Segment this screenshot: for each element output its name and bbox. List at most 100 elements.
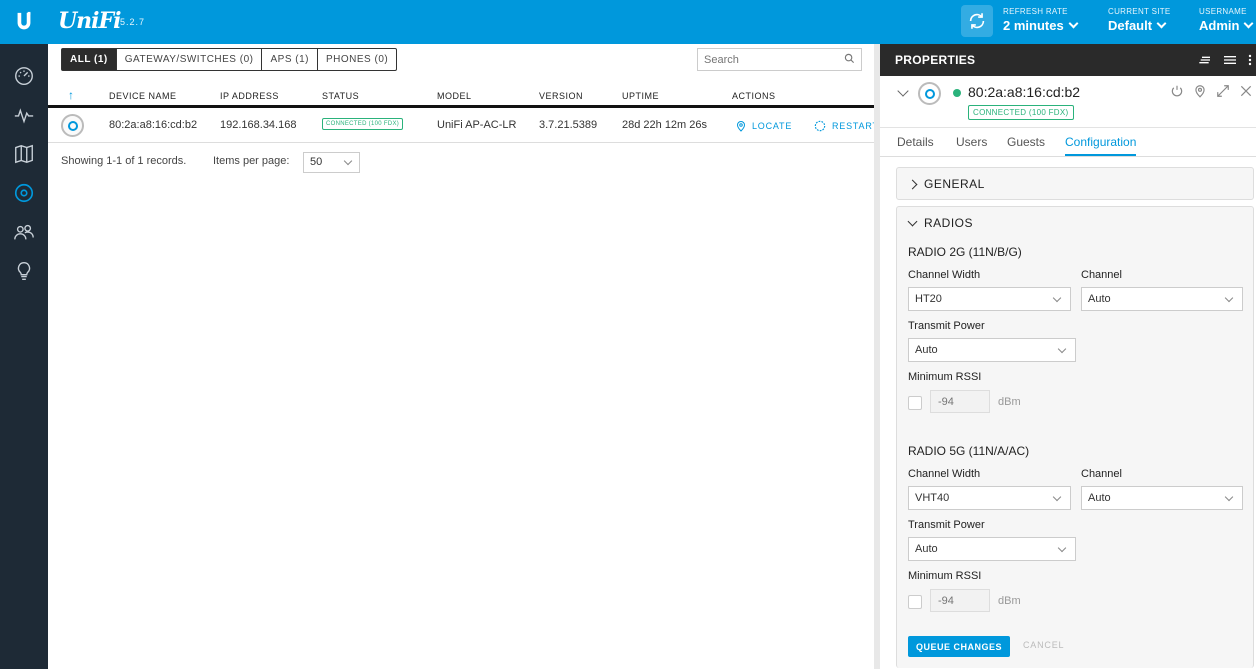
- filter-gateway-switches[interactable]: GATEWAY/SWITCHES (0): [117, 49, 263, 70]
- radio-2g-title: RADIO 2G (11N/B/G): [908, 245, 1022, 259]
- tab-configuration[interactable]: Configuration: [1065, 135, 1137, 156]
- chevron-down-icon: [1156, 18, 1167, 29]
- items-per-page-select[interactable]: 50: [303, 152, 360, 173]
- locate-button[interactable]: LOCATE: [735, 119, 792, 133]
- column-device-name[interactable]: DEVICE NAME: [109, 91, 177, 101]
- table-row[interactable]: 80:2a:a8:16:cd:b2 192.168.34.168 CONNECT…: [48, 108, 880, 143]
- radio-5g-title: RADIO 5G (11N/A/AC): [908, 444, 1030, 458]
- radio-2g-channel-width-select[interactable]: HT20: [908, 287, 1071, 311]
- search-icon[interactable]: [844, 53, 855, 67]
- refresh-rate-label: REFRESH RATE: [1003, 7, 1068, 16]
- online-status-icon: [953, 89, 961, 97]
- filter-aps[interactable]: APS (1): [262, 49, 318, 70]
- general-section[interactable]: GENERAL: [896, 167, 1254, 200]
- chevron-down-icon: [1224, 492, 1234, 502]
- radio-2g-channel-select[interactable]: Auto: [1081, 287, 1243, 311]
- radio-5g-min-rssi-checkbox[interactable]: [908, 595, 922, 609]
- column-model[interactable]: MODEL: [437, 91, 472, 101]
- column-status[interactable]: STATUS: [322, 91, 359, 101]
- chevron-down-icon: [1052, 293, 1062, 303]
- device-name[interactable]: 80:2a:a8:16:cd:b2: [968, 84, 1080, 100]
- clients-icon[interactable]: [12, 220, 36, 244]
- tab-details[interactable]: Details: [897, 135, 934, 154]
- queue-changes-button[interactable]: QUEUE CHANGES: [908, 636, 1010, 657]
- radio-5g-channel-select[interactable]: Auto: [1081, 486, 1243, 510]
- version-cell: 3.7.21.5389: [539, 119, 598, 131]
- column-ip-address[interactable]: IP ADDRESS: [220, 91, 279, 101]
- close-icon[interactable]: [1239, 84, 1253, 98]
- radio-2g-channel-width-label: Channel Width: [908, 269, 981, 281]
- locate-label: LOCATE: [752, 121, 793, 131]
- filter-phones[interactable]: PHONES (0): [318, 49, 396, 70]
- radio-5g-channel-label: Channel: [1081, 468, 1122, 480]
- insights-icon[interactable]: [12, 259, 36, 283]
- username-dropdown[interactable]: USERNAME Admin: [1199, 7, 1254, 33]
- list-view-icon[interactable]: [1198, 52, 1214, 68]
- expand-icon[interactable]: [1216, 84, 1230, 98]
- chevron-down-icon: [907, 216, 918, 226]
- table-header: ↑ DEVICE NAME IP ADDRESS STATUS MODEL VE…: [48, 88, 880, 108]
- radio-5g-transmit-power-label: Transmit Power: [908, 519, 985, 531]
- radio-2g-transmit-power-label: Transmit Power: [908, 320, 985, 332]
- radio-2g-transmit-power-select[interactable]: Auto: [908, 338, 1076, 362]
- uptime-cell: 28d 22h 12m 26s: [622, 119, 708, 131]
- radio-2g-channel-label: Channel: [1081, 269, 1122, 281]
- device-name-cell[interactable]: 80:2a:a8:16:cd:b2: [109, 119, 197, 131]
- devices-icon[interactable]: [12, 181, 36, 205]
- current-site-dropdown[interactable]: CURRENT SITE Default: [1108, 7, 1171, 33]
- properties-header: PROPERTIES: [880, 44, 1256, 76]
- radio-2g-min-rssi-checkbox[interactable]: [908, 396, 922, 410]
- radios-header[interactable]: RADIOS: [907, 216, 973, 230]
- radio-5g-channel-value: Auto: [1088, 492, 1111, 504]
- items-per-page-value: 50: [310, 156, 323, 168]
- model-cell: UniFi AP-AC-LR: [437, 119, 517, 131]
- access-point-icon: [918, 82, 941, 105]
- filter-all[interactable]: ALL (1): [62, 49, 117, 70]
- column-version[interactable]: VERSION: [539, 91, 583, 101]
- chevron-down-icon: [1057, 344, 1067, 354]
- refresh-rate-value: 2 minutes: [1003, 18, 1064, 33]
- unifi-logo[interactable]: UniFi: [58, 8, 122, 34]
- more-icon[interactable]: [1246, 52, 1254, 68]
- restart-label: RESTART: [832, 121, 879, 131]
- current-site-label: CURRENT SITE: [1108, 7, 1171, 16]
- chevron-down-icon: [343, 156, 353, 166]
- radio-5g-min-rssi-input[interactable]: [930, 589, 990, 612]
- properties-title: PROPERTIES: [895, 53, 976, 67]
- locate-pin-icon[interactable]: [1193, 84, 1207, 98]
- radio-2g-channel-width-value: HT20: [915, 293, 942, 305]
- restart-button[interactable]: RESTART: [813, 119, 879, 133]
- restart-icon[interactable]: [1170, 84, 1184, 98]
- radio-2g-min-rssi-input[interactable]: [930, 390, 990, 413]
- refresh-icon[interactable]: [961, 5, 993, 37]
- cancel-button[interactable]: CANCEL: [1023, 640, 1064, 650]
- ubiquiti-logo-icon[interactable]: [0, 0, 48, 44]
- sidebar: [0, 44, 48, 669]
- statistics-icon[interactable]: [12, 103, 36, 127]
- chevron-down-icon[interactable]: [897, 85, 909, 97]
- tab-users[interactable]: Users: [956, 135, 987, 154]
- chevron-down-icon: [1052, 492, 1062, 502]
- username-label: USERNAME: [1199, 7, 1247, 16]
- properties-panel: PROPERTIES 80:2a:a8:16:cd:b2 CONNECTED (…: [880, 44, 1256, 669]
- tab-guests[interactable]: Guests: [1007, 135, 1045, 154]
- device-filter-bar: ALL (1) GATEWAY/SWITCHES (0) APS (1) PHO…: [61, 48, 398, 71]
- general-title: GENERAL: [924, 177, 985, 191]
- search-input[interactable]: [697, 48, 862, 71]
- refresh-rate-dropdown[interactable]: REFRESH RATE 2 minutes: [1003, 7, 1079, 33]
- map-icon[interactable]: [12, 142, 36, 166]
- sort-arrow-icon[interactable]: ↑: [68, 88, 75, 102]
- radio-5g-channel-width-select[interactable]: VHT40: [908, 486, 1071, 510]
- radio-5g-min-rssi-label: Minimum RSSI: [908, 570, 982, 582]
- radio-5g-channel-width-label: Channel Width: [908, 468, 981, 480]
- chevron-down-icon: [1244, 18, 1254, 29]
- ip-address-cell: 192.168.34.168: [220, 119, 297, 131]
- radio-5g-transmit-power-select[interactable]: Auto: [908, 537, 1076, 561]
- column-uptime[interactable]: UPTIME: [622, 91, 659, 101]
- dashboard-icon[interactable]: [12, 64, 36, 88]
- username-value: Admin: [1199, 18, 1240, 33]
- menu-icon[interactable]: [1222, 52, 1238, 68]
- radio-2g-channel-value: Auto: [1088, 293, 1111, 305]
- records-summary: Showing 1-1 of 1 records.: [61, 155, 187, 167]
- items-per-page-label: Items per page:: [213, 155, 290, 167]
